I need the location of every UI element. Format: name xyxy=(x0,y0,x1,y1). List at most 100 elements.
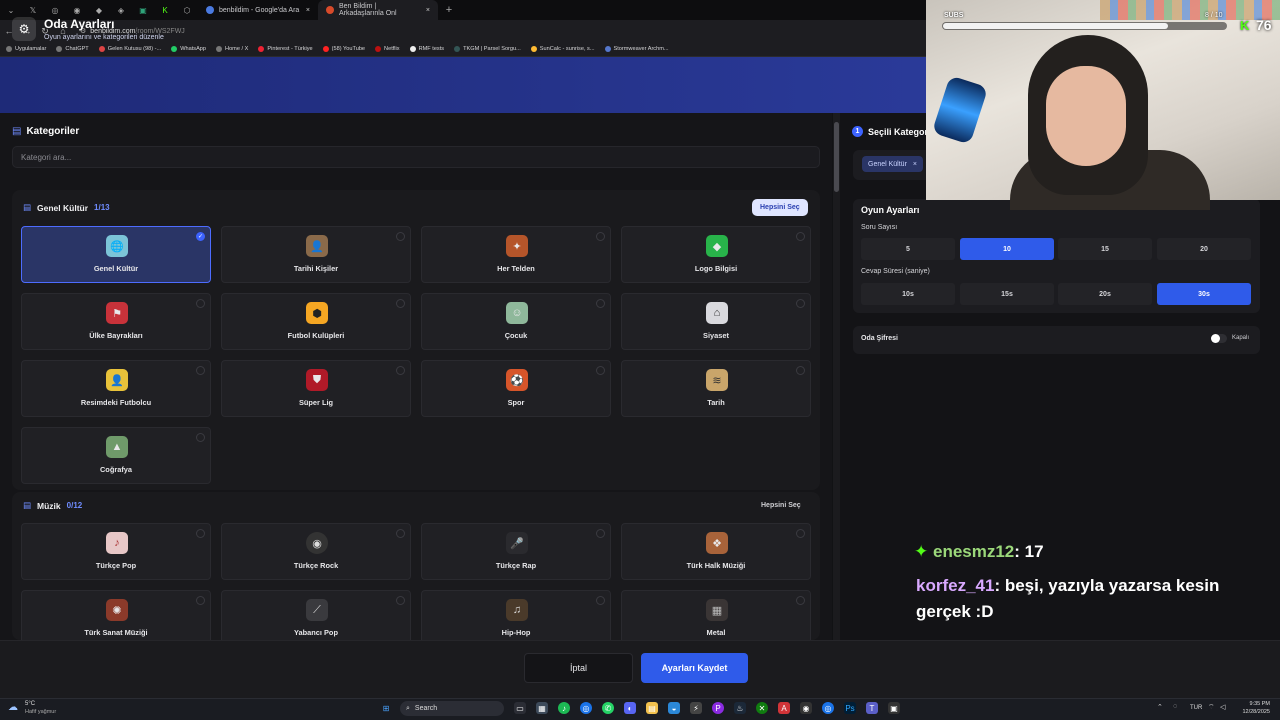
category-tile-cocuk[interactable]: ☺ Çocuk xyxy=(421,293,611,350)
chrome-icon[interactable]: ◎ xyxy=(822,702,834,714)
tab-google-search[interactable]: benbildim - Google'da Ara × xyxy=(198,0,318,20)
category-tile-ulke-bayraklari[interactable]: ⚑ Ülke Bayrakları xyxy=(21,293,211,350)
chrome-icon[interactable]: ◎ xyxy=(580,702,592,714)
whatsapp-icon[interactable]: ✆ xyxy=(602,702,614,714)
category-tile-tarihi-kisiler[interactable]: 👤 Tarihi Kişiler xyxy=(221,226,411,283)
answer-time-option-30s[interactable]: 30s xyxy=(1157,283,1251,305)
selected-categories-heading: 1 Seçili Kategori xyxy=(852,126,931,137)
app-icon[interactable]: A xyxy=(778,702,790,714)
weather-icon[interactable]: ☁ xyxy=(8,702,18,713)
wifi-icon[interactable]: ⌔ xyxy=(1208,703,1215,712)
app-icon[interactable]: P xyxy=(712,702,724,714)
close-tab-icon[interactable]: × xyxy=(306,7,310,14)
save-settings-button[interactable]: Ayarları Kaydet xyxy=(641,653,748,683)
bookmark-netflix[interactable]: Netflix xyxy=(375,46,400,52)
answer-time-option-15s[interactable]: 15s xyxy=(960,283,1054,305)
category-tile-turk-sanat-muzigi[interactable]: ✺ Türk Sanat Müziği xyxy=(21,590,211,647)
category-label: Türk Sanat Müziği xyxy=(84,628,148,637)
category-tile-resimdeki-futbolcu[interactable]: 👤 Resimdeki Futbolcu xyxy=(21,360,211,417)
category-label: Türkçe Rock xyxy=(293,561,339,570)
category-tile-tarih[interactable]: ≋ Tarih xyxy=(621,360,811,417)
volume-icon[interactable]: ◁ xyxy=(1220,703,1225,711)
category-tile-hip-hop[interactable]: ♫ Hip-Hop xyxy=(421,590,611,647)
answer-time-option-20s[interactable]: 20s xyxy=(1058,283,1152,305)
scrollbar-track[interactable] xyxy=(833,113,840,640)
category-tile-turkce-rock[interactable]: ◉ Türkçe Rock xyxy=(221,523,411,580)
select-all-button-muzik[interactable]: Hepsini Seç xyxy=(753,497,809,514)
steam-icon[interactable]: ♨ xyxy=(734,702,746,714)
widgets-icon[interactable]: ▦ xyxy=(536,702,548,714)
site-favicon-icon xyxy=(326,6,334,14)
pinned-tab-icon[interactable]: ▣ xyxy=(132,0,154,20)
category-tile-futbol-kulupleri[interactable]: ⬢ Futbol Kulüpleri xyxy=(221,293,411,350)
edge-icon[interactable]: ◒ xyxy=(668,702,680,714)
xbox-icon[interactable]: ✕ xyxy=(756,702,768,714)
task-view-icon[interactable]: ▭ xyxy=(514,702,526,714)
taskbar-search[interactable]: ⌕ Search xyxy=(400,701,504,716)
select-all-button-genel-kultur[interactable]: Hepsini Seç xyxy=(752,199,808,216)
x-icon xyxy=(216,46,223,52)
new-tab-icon[interactable]: + xyxy=(438,0,460,20)
category-tile-spor[interactable]: ⚽ Spor xyxy=(421,360,611,417)
question-count-option-10[interactable]: 10 xyxy=(960,238,1054,260)
kick-pinned-tab-icon[interactable]: K xyxy=(154,0,176,20)
clock-time[interactable]: 9:35 PM xyxy=(1240,701,1270,707)
browser-tab-bar: ⌄ 𝕏 ◎ ◉ ◆ ◈ ▣ K ⬡ benbildim - Google'da … xyxy=(0,0,930,20)
cancel-button[interactable]: İptal xyxy=(524,653,633,683)
teams-icon[interactable]: T xyxy=(866,702,878,714)
category-tile-super-lig[interactable]: ⛊ Süper Lig xyxy=(221,360,411,417)
selected-chip-genel-kultur[interactable]: Genel Kültür × xyxy=(862,156,924,172)
category-tile-turkce-pop[interactable]: ♪ Türkçe Pop xyxy=(21,523,211,580)
question-count-option-5[interactable]: 5 xyxy=(861,238,955,260)
discord-icon[interactable]: ◐ xyxy=(624,702,636,714)
room-password-toggle[interactable] xyxy=(1211,334,1227,343)
shield-icon xyxy=(604,46,611,52)
bookmark-x[interactable]: Home / X xyxy=(216,46,248,52)
bookmark-pinterest[interactable]: Pinterest - Türkiye xyxy=(258,46,313,52)
bookmark-whatsapp[interactable]: WhatsApp xyxy=(171,46,206,52)
categories-heading: ▤ Kategoriler xyxy=(12,126,79,137)
pinned-tab-icon[interactable]: ⬡ xyxy=(176,0,198,20)
clock-date[interactable]: 12/28/2025 xyxy=(1234,709,1270,715)
category-tile-her-telden[interactable]: ✦ Her Telden xyxy=(421,226,611,283)
bookmark-suncalc[interactable]: SunCalc - sunrise, s... xyxy=(530,46,595,52)
category-tile-turkce-rap[interactable]: 🎤 Türkçe Rap xyxy=(421,523,611,580)
question-count-option-15[interactable]: 15 xyxy=(1058,238,1152,260)
category-tile-turk-halk-muzigi[interactable]: ❖ Türk Halk Müziği xyxy=(621,523,811,580)
child-icon: ☺ xyxy=(506,302,528,324)
input-language[interactable]: TUR xyxy=(1190,705,1202,711)
close-tab-icon[interactable]: × xyxy=(426,7,430,14)
photoshop-icon[interactable]: Ps xyxy=(844,702,856,714)
spotify-icon[interactable]: ♪ xyxy=(558,702,570,714)
answer-time-option-10s[interactable]: 10s xyxy=(861,283,955,305)
category-tile-siyaset[interactable]: ⌂ Siyaset xyxy=(621,293,811,350)
app-icon[interactable]: ▣ xyxy=(888,702,900,714)
category-tile-logo-bilgisi[interactable]: ◆ Logo Bilgisi xyxy=(621,226,811,283)
tab-benbildim[interactable]: Ben Bildim | Arkadaşlarınla Onl × xyxy=(318,0,438,20)
question-count-option-20[interactable]: 20 xyxy=(1157,238,1251,260)
category-search-input[interactable]: Kategori ara... xyxy=(12,146,820,168)
category-tile-yabanci-pop[interactable]: ⟋ Yabancı Pop xyxy=(221,590,411,647)
start-icon[interactable]: ⊞ xyxy=(380,702,392,714)
close-icon[interactable]: × xyxy=(913,161,917,168)
checkbox-circle xyxy=(596,232,605,241)
category-label: Ülke Bayrakları xyxy=(89,331,143,340)
tray-app-icon[interactable]: ◌ xyxy=(1173,703,1177,710)
tray-chevron-icon[interactable]: ⌃ xyxy=(1157,703,1163,711)
map-icon: ▲ xyxy=(106,436,128,458)
category-tile-cografya[interactable]: ▲ Coğrafya xyxy=(21,427,211,484)
app-icon[interactable]: ⚡ xyxy=(690,702,702,714)
bookmark-gmail[interactable]: Gelen Kutusu (98) -... xyxy=(98,46,161,52)
bookmark-chatgpt[interactable]: ChatGPT xyxy=(56,46,89,52)
bookmark-rmf[interactable]: RMF tests xyxy=(409,46,444,52)
obs-icon[interactable]: ◉ xyxy=(800,702,812,714)
category-tile-metal[interactable]: ▦ Metal xyxy=(621,590,811,647)
bookmark-tkgm[interactable]: TKGM | Parsel Sorgu... xyxy=(454,46,521,52)
file-explorer-icon[interactable]: ▤ xyxy=(646,702,658,714)
category-tile-genel-kultur[interactable]: 🌐 Genel Kültür ✓ xyxy=(21,226,211,283)
bookmark-apps[interactable]: Uygulamalar xyxy=(6,46,46,52)
bookmark-stormweaver[interactable]: Stormweaver Archm... xyxy=(604,46,669,52)
bookmark-youtube[interactable]: (58) YouTube xyxy=(322,46,365,52)
scroll-icon: ≋ xyxy=(706,369,728,391)
scrollbar-thumb[interactable] xyxy=(834,122,839,192)
